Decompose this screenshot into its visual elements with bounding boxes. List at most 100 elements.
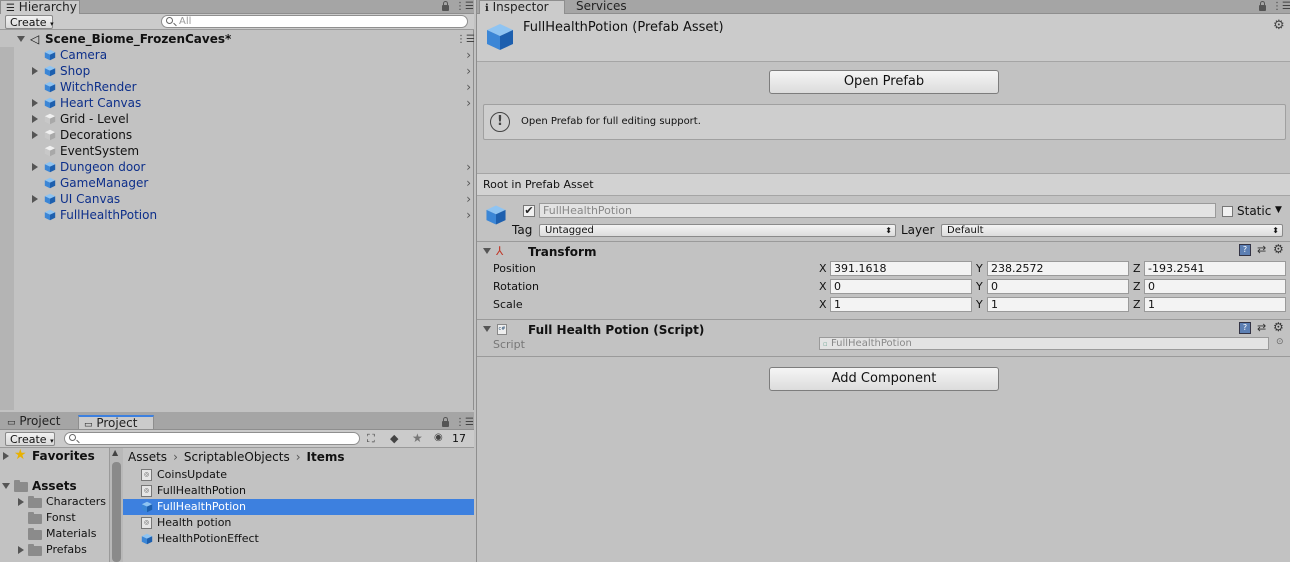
chevron-right-icon[interactable]: › [466,63,471,79]
x-value-field[interactable]: 0 [830,279,972,294]
tag-dropdown[interactable]: Untagged ⬍ [539,224,896,237]
y-value-field[interactable]: 238.2572 [987,261,1129,276]
lock-icon[interactable] [442,417,449,427]
z-value-field[interactable]: 0 [1144,279,1286,294]
hierarchy-item[interactable]: Grid - Level [0,111,474,127]
create-button[interactable]: Create ▾ [5,15,54,29]
axis-label[interactable]: Y [976,298,983,311]
lock-icon[interactable] [442,1,449,11]
hierarchy-search-input[interactable]: All [161,15,468,28]
panel-menu-icon[interactable]: ⋮☰ [1272,2,1290,12]
tree-folder-item[interactable]: Materials [0,526,111,542]
favorites-label[interactable]: Favorites [32,449,95,463]
assets-label[interactable]: Assets [32,479,77,493]
add-component-button[interactable]: Add Component [769,367,999,391]
expand-arrow-icon[interactable] [32,131,38,139]
breadcrumb-item[interactable]: ScriptableObjects [184,450,290,464]
expand-arrow-icon[interactable] [32,67,38,75]
tab-hierarchy[interactable]: ☰ Hierarchy [0,0,80,14]
filter-by-type-icon[interactable]: ⛶ [367,432,375,446]
hierarchy-item[interactable]: EventSystem [0,143,474,159]
preset-slider-icon[interactable]: ⇄ [1257,321,1266,334]
favorites-star-icon[interactable]: ★ [412,431,423,445]
hierarchy-item[interactable]: Heart Canvas › [0,95,474,111]
chevron-right-icon[interactable]: › [466,175,471,191]
chevron-right-icon[interactable]: › [466,95,471,111]
open-prefab-button[interactable]: Open Prefab [769,70,999,94]
transform-title[interactable]: Transform [528,245,596,259]
tree-folder-item[interactable]: Fonst [0,510,111,526]
x-value-field[interactable]: 391.1618 [830,261,972,276]
hierarchy-item[interactable]: Decorations [0,127,474,143]
layer-dropdown[interactable]: Default ⬍ [941,224,1283,237]
scene-menu-icon[interactable]: ⋮☰ [456,35,475,45]
gear-icon[interactable]: ⚙ [1273,18,1285,33]
project-tree-scrollbar[interactable]: ▲ [109,448,123,562]
breadcrumb-item[interactable]: Assets [128,450,167,464]
help-book-icon[interactable]: ? [1239,322,1251,334]
file-item[interactable]: ◎ Health potion [123,515,474,531]
create-button[interactable]: Create ▾ [5,432,55,446]
z-value-field[interactable]: 1 [1144,297,1286,312]
file-item[interactable]: FullHealthPotion [123,499,474,515]
axis-label[interactable]: Y [976,280,983,293]
expand-arrow-icon[interactable] [18,498,24,506]
project-search-input[interactable] [64,432,360,445]
expand-arrow-icon[interactable] [32,163,38,171]
collapse-arrow-icon[interactable] [483,248,491,254]
axis-label[interactable]: Y [976,262,983,275]
hierarchy-item[interactable]: UI Canvas › [0,191,474,207]
hierarchy-item[interactable]: GameManager › [0,175,474,191]
tab-project-2[interactable]: ▭ Project [78,415,154,430]
axis-label[interactable]: X [819,262,827,275]
static-checkbox[interactable] [1222,206,1233,217]
component-gear-icon[interactable]: ⚙ [1273,242,1284,256]
hierarchy-item[interactable]: Dungeon door › [0,159,474,175]
axis-label[interactable]: Z [1133,280,1141,293]
chevron-right-icon[interactable]: › [466,47,471,63]
y-value-field[interactable]: 0 [987,279,1129,294]
axis-label[interactable]: Z [1133,262,1141,275]
chevron-right-icon[interactable]: › [466,79,471,95]
expand-arrow-icon[interactable] [32,99,38,107]
hierarchy-item[interactable]: WitchRender › [0,79,474,95]
file-item[interactable]: HealthPotionEffect [123,531,474,547]
help-book-icon[interactable]: ? [1239,244,1251,256]
script-component-title[interactable]: Full Health Potion (Script) [528,323,704,337]
panel-menu-icon[interactable]: ⋮☰ [455,418,474,428]
expand-arrow-icon[interactable] [2,483,10,489]
expand-arrow-icon[interactable] [17,36,25,42]
chevron-right-icon[interactable]: › [466,159,471,175]
axis-label[interactable]: X [819,298,827,311]
tree-folder-item[interactable]: Characters [0,494,111,510]
tab-services[interactable]: Services [571,0,631,14]
tab-inspector[interactable]: ℹ Inspector [479,0,565,14]
active-checkbox[interactable]: ✔ [523,205,535,217]
hidden-eye-icon[interactable]: ◉ [434,432,443,443]
x-value-field[interactable]: 1 [830,297,972,312]
scrollbar-thumb[interactable] [112,462,121,562]
file-item[interactable]: ◎ FullHealthPotion [123,483,474,499]
tree-folder-item[interactable]: Prefabs [0,542,111,558]
hierarchy-item[interactable]: Camera › [0,47,474,63]
y-value-field[interactable]: 1 [987,297,1129,312]
component-gear-icon[interactable]: ⚙ [1273,320,1284,334]
expand-arrow-icon[interactable] [32,195,38,203]
file-item[interactable]: ◎ CoinsUpdate [123,467,474,483]
static-dropdown-arrow-icon[interactable]: ▼ [1275,205,1282,215]
chevron-right-icon[interactable]: › [466,207,471,223]
expand-arrow-icon[interactable] [18,546,24,554]
hierarchy-item[interactable]: Shop › [0,63,474,79]
filter-by-label-icon[interactable]: ◆ [390,432,398,445]
lock-icon[interactable] [1259,1,1266,11]
breadcrumb-item[interactable]: Items [307,450,345,464]
object-picker-icon[interactable]: ⊙ [1276,337,1284,347]
axis-label[interactable]: X [819,280,827,293]
scroll-up-icon[interactable]: ▲ [112,448,118,457]
z-value-field[interactable]: -193.2541 [1144,261,1286,276]
panel-menu-icon[interactable]: ⋮☰ [455,2,474,12]
axis-label[interactable]: Z [1133,298,1141,311]
chevron-right-icon[interactable]: › [466,191,471,207]
preset-slider-icon[interactable]: ⇄ [1257,243,1266,256]
hierarchy-item[interactable]: FullHealthPotion › [0,207,474,223]
